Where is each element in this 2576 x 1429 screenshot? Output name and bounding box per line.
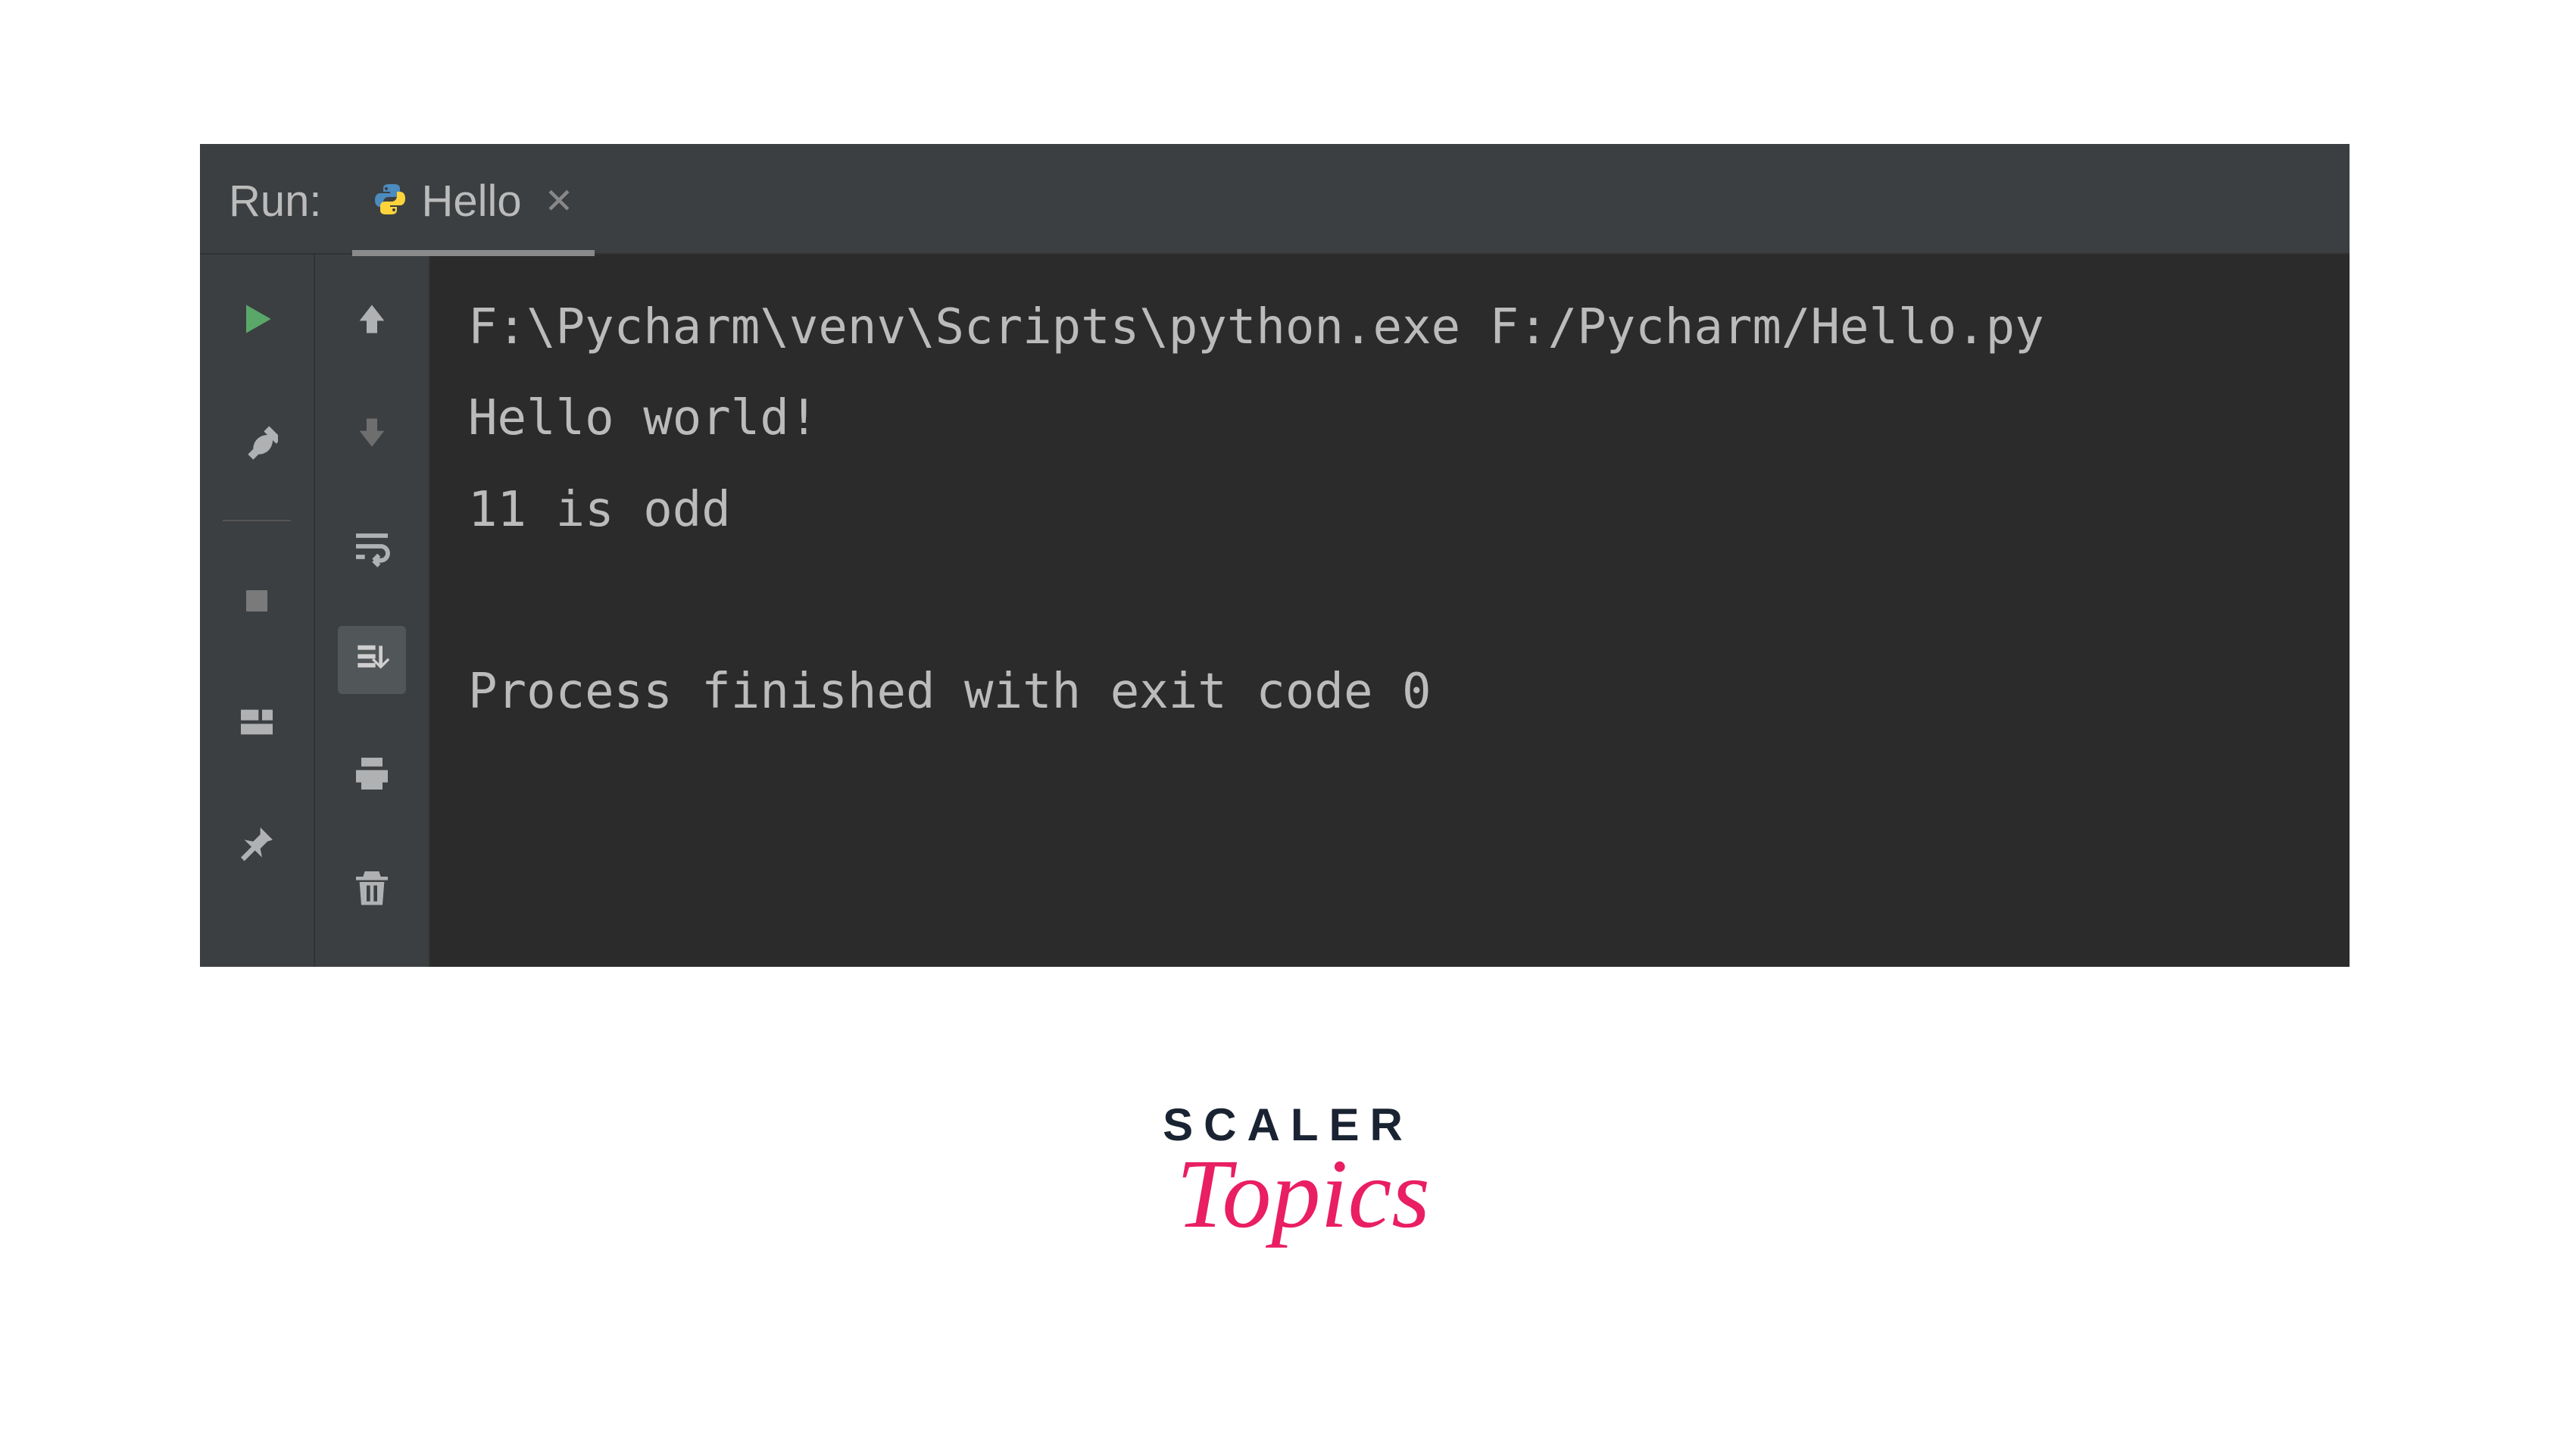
down-stack-button[interactable] [338, 399, 406, 467]
soft-wrap-button[interactable] [338, 512, 406, 580]
run-body: F:\Pycharm\venv\Scripts\python.exe F:/Py… [200, 255, 2350, 967]
console-line: Hello world! [468, 390, 818, 446]
python-file-icon [373, 183, 407, 220]
gutter-divider [223, 520, 291, 521]
scroll-to-end-button[interactable] [338, 626, 406, 694]
stop-button[interactable] [223, 567, 291, 635]
console-output[interactable]: F:\Pycharm\venv\Scripts\python.exe F:/Py… [430, 255, 2350, 967]
run-tab-label: Hello [422, 176, 522, 227]
edit-config-button[interactable] [223, 406, 291, 474]
run-tab-bar: Run: Hello ✕ [200, 149, 2350, 255]
clear-all-button[interactable] [338, 853, 406, 921]
close-tab-icon[interactable]: ✕ [545, 180, 574, 221]
print-button[interactable] [338, 740, 406, 808]
console-line: F:\Pycharm\venv\Scripts\python.exe F:/Py… [468, 299, 2044, 355]
run-tab-hello[interactable]: Hello ✕ [352, 152, 595, 256]
run-tool-window: Run: Hello ✕ [200, 144, 2350, 967]
layout-button[interactable] [223, 688, 291, 756]
watermark-sub-text: Topics [1176, 1137, 1430, 1251]
run-label: Run: [200, 176, 352, 227]
scaler-topics-watermark: SCALER Topics [1161, 1099, 1415, 1251]
console-line: Process finished with exit code 0 [468, 664, 1432, 720]
rerun-button[interactable] [223, 285, 291, 353]
pin-button[interactable] [223, 809, 291, 877]
console-line: 11 is odd [468, 482, 731, 538]
up-stack-button[interactable] [338, 285, 406, 353]
console-action-gutter [315, 255, 430, 967]
run-action-gutter [200, 255, 315, 967]
